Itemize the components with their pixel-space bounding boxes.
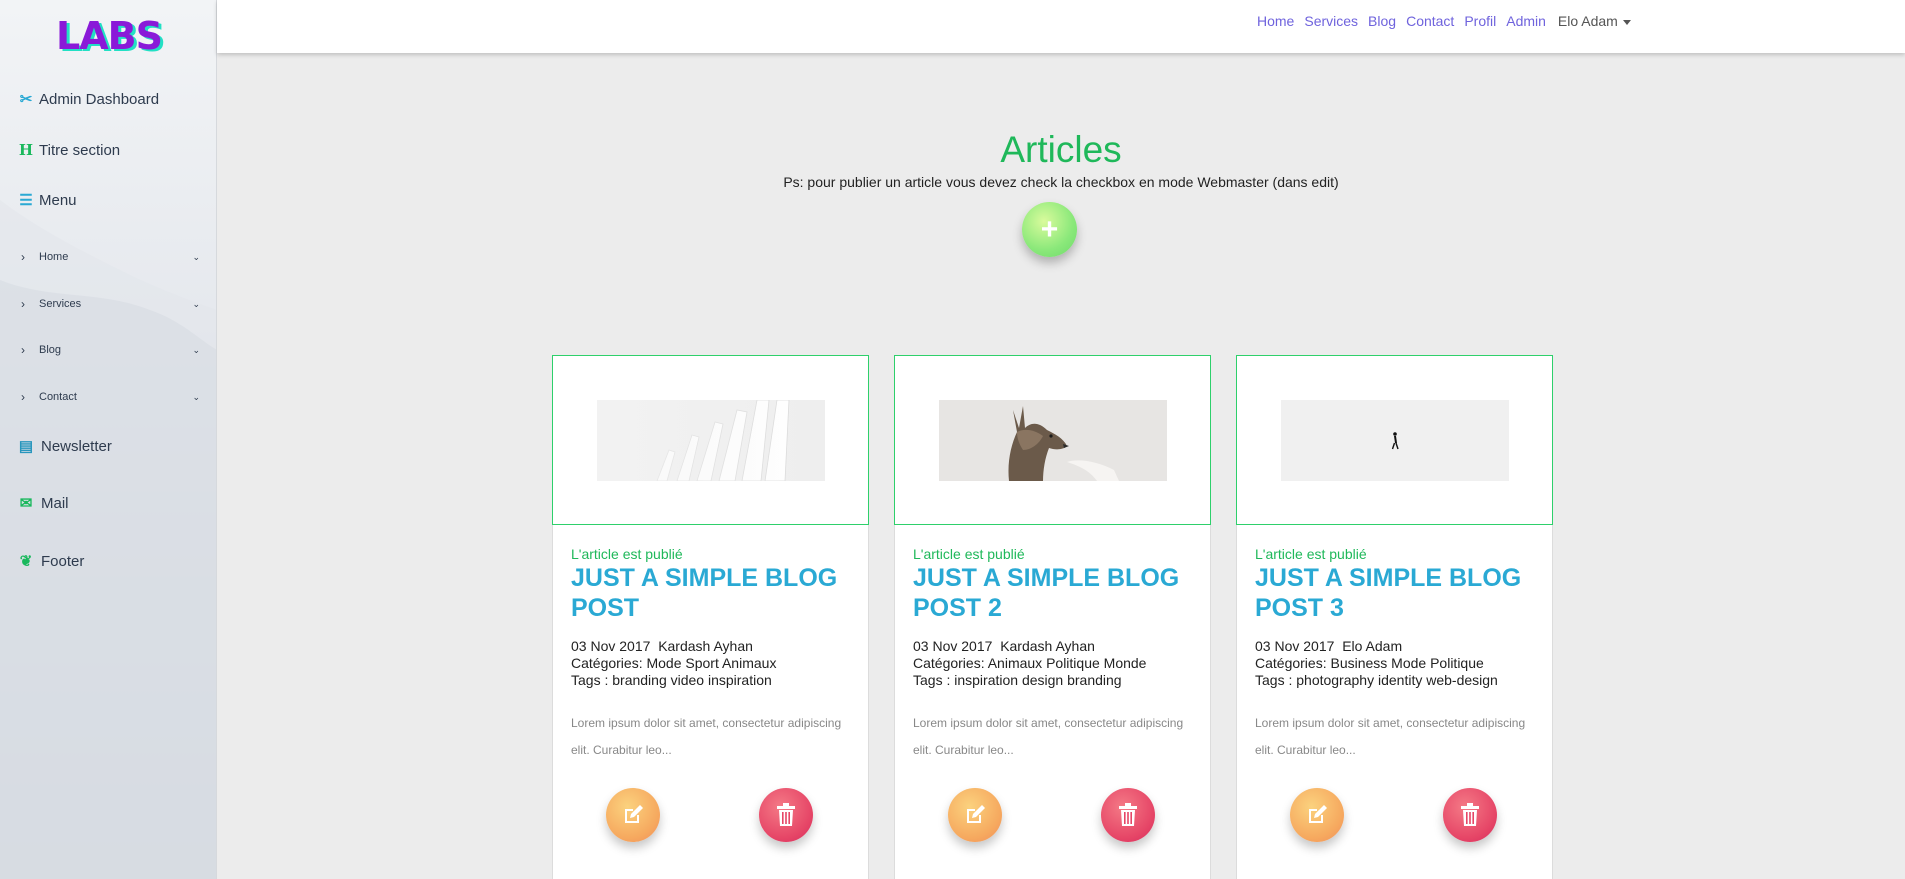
chevron-right-icon: › bbox=[21, 390, 25, 404]
article-status: L'article est publié bbox=[913, 546, 1025, 562]
chevron-down-icon: ⌄ bbox=[192, 391, 200, 402]
sidebar-item-label: Services bbox=[39, 298, 82, 310]
article-card: L'article est publié JUST A SIMPLE BLOG … bbox=[1236, 355, 1553, 879]
article-title[interactable]: JUST A SIMPLE BLOG POST 2 bbox=[913, 563, 1203, 623]
article-title[interactable]: JUST A SIMPLE BLOG POST 3 bbox=[1255, 563, 1545, 623]
trash-icon bbox=[1461, 803, 1479, 826]
nav-link-contact[interactable]: Contact bbox=[1406, 13, 1454, 29]
chevron-down-icon: ⌄ bbox=[192, 251, 200, 262]
article-categories: Catégories: Business Mode Politique bbox=[1255, 655, 1484, 671]
user-dropdown[interactable]: Elo Adam bbox=[1558, 13, 1631, 29]
delete-article-button[interactable] bbox=[759, 788, 813, 842]
mail-bulk-icon: ▤ bbox=[18, 438, 34, 455]
delete-article-button[interactable] bbox=[1101, 788, 1155, 842]
article-excerpt: Lorem ipsum dolor sit amet, consectetur … bbox=[913, 716, 1184, 757]
article-meta: 03 Nov 2017 Kardash Ayhan Catégories: An… bbox=[913, 638, 1146, 689]
article-author: Kardash Ayhan bbox=[658, 638, 753, 654]
sidebar-item-label: Newsletter bbox=[41, 437, 112, 455]
user-name: Elo Adam bbox=[1557, 13, 1618, 29]
article-card: L'article est publié JUST A SIMPLE BLOG … bbox=[552, 355, 869, 879]
article-card: L'article est publié JUST A SIMPLE BLOG … bbox=[894, 355, 1211, 879]
article-image-frame bbox=[894, 355, 1211, 525]
chevron-down-icon: ⌄ bbox=[192, 298, 200, 309]
article-tags: Tags : branding video inspiration bbox=[571, 672, 772, 688]
envelope-icon: ✉ bbox=[19, 495, 33, 512]
sidebar-item-label: Contact bbox=[39, 391, 77, 403]
article-status: L'article est publié bbox=[571, 546, 683, 562]
article-excerpt: Lorem ipsum dolor sit amet, consectetur … bbox=[571, 716, 842, 757]
article-meta: 03 Nov 2017 Elo Adam Catégories: Busines… bbox=[1255, 638, 1498, 689]
article-author: Kardash Ayhan bbox=[1000, 638, 1095, 654]
top-navbar: Home Services Blog Contact Profil Admin … bbox=[217, 0, 1905, 53]
nav-link-admin[interactable]: Admin bbox=[1506, 13, 1546, 29]
sidebar-item-label: Mail bbox=[41, 494, 69, 512]
add-article-button[interactable]: + bbox=[1022, 202, 1077, 257]
heading-icon: H bbox=[18, 141, 34, 159]
article-image-frame bbox=[1236, 355, 1553, 525]
article-date: 03 Nov 2017 bbox=[1255, 638, 1335, 654]
bars-icon: ☰ bbox=[19, 192, 33, 209]
article-excerpt: Lorem ipsum dolor sit amet, consectetur … bbox=[1255, 716, 1526, 757]
nav-link-blog[interactable]: Blog bbox=[1368, 13, 1396, 29]
chevron-right-icon: › bbox=[21, 297, 25, 311]
edit-article-button[interactable] bbox=[948, 788, 1002, 842]
trash-icon bbox=[1119, 803, 1137, 826]
sidebar-item-blog[interactable]: › Blog ⌄ bbox=[15, 343, 200, 357]
article-categories: Catégories: Animaux Politique Monde bbox=[913, 655, 1147, 671]
tools-icon: ✂ bbox=[19, 91, 33, 108]
article-meta: 03 Nov 2017 Kardash Ayhan Catégories: Mo… bbox=[571, 638, 776, 689]
page-subtitle: Ps: pour publier un article vous devez c… bbox=[783, 174, 1339, 190]
sidebar-item-footer[interactable]: ❦ Footer bbox=[17, 552, 85, 571]
chevron-right-icon: › bbox=[21, 343, 25, 357]
sidebar-item-mail[interactable]: ✉ Mail bbox=[17, 494, 69, 513]
sidebar-item-home[interactable]: › Home ⌄ bbox=[15, 250, 200, 264]
sidebar-item-services[interactable]: › Services ⌄ bbox=[15, 297, 200, 311]
sidebar-item-label: Admin Dashboard bbox=[39, 90, 160, 108]
article-image-frame bbox=[552, 355, 869, 525]
article-tags: Tags : inspiration design branding bbox=[913, 672, 1122, 688]
sidebar: LABS ✂ Admin Dashboard H Titre section ☰… bbox=[0, 0, 217, 879]
sidebar-item-label: Footer bbox=[41, 552, 85, 570]
sidebar-item-admin-dashboard[interactable]: ✂ Admin Dashboard bbox=[17, 90, 160, 109]
article-author: Elo Adam bbox=[1342, 638, 1403, 654]
edit-icon bbox=[967, 805, 985, 823]
edit-article-button[interactable] bbox=[606, 788, 660, 842]
sidebar-item-label: Blog bbox=[39, 344, 62, 356]
article-tags: Tags : photography identity web-design bbox=[1255, 672, 1498, 688]
sidebar-item-menu[interactable]: ☰ Menu bbox=[17, 191, 77, 210]
sidebar-item-newsletter[interactable]: ▤ Newsletter bbox=[17, 437, 112, 456]
plus-icon: + bbox=[1040, 212, 1059, 246]
main-nav: Home Services Blog Contact Profil Admin … bbox=[1257, 13, 1631, 29]
nav-link-services[interactable]: Services bbox=[1304, 13, 1358, 29]
nav-link-profil[interactable]: Profil bbox=[1464, 13, 1496, 29]
article-date: 03 Nov 2017 bbox=[571, 638, 651, 654]
edit-icon bbox=[1309, 805, 1327, 823]
article-title[interactable]: JUST A SIMPLE BLOG POST bbox=[571, 563, 861, 623]
sidebar-item-label: Home bbox=[39, 251, 69, 263]
sidebar-item-label: Menu bbox=[39, 191, 77, 209]
sidebar-item-titre-section[interactable]: H Titre section bbox=[17, 141, 120, 159]
article-date: 03 Nov 2017 bbox=[913, 638, 993, 654]
trash-icon bbox=[777, 803, 795, 826]
chevron-right-icon: › bbox=[21, 250, 25, 264]
chevron-down-icon: ⌄ bbox=[192, 344, 200, 355]
nav-link-home[interactable]: Home bbox=[1257, 13, 1294, 29]
page-title: Articles bbox=[1000, 129, 1122, 170]
app-logo[interactable]: LABS bbox=[56, 14, 163, 58]
sidebar-item-label: Titre section bbox=[39, 141, 121, 159]
edit-article-button[interactable] bbox=[1290, 788, 1344, 842]
deer-image bbox=[939, 400, 1167, 481]
edit-icon bbox=[625, 805, 643, 823]
caret-down-icon bbox=[1622, 19, 1631, 25]
article-status: L'article est publié bbox=[1255, 546, 1367, 562]
sidebar-item-contact[interactable]: › Contact ⌄ bbox=[15, 390, 200, 404]
shoe-prints-icon: ❦ bbox=[19, 553, 33, 570]
person-in-snow-image bbox=[1281, 400, 1509, 481]
article-categories: Catégories: Mode Sport Animaux bbox=[571, 655, 777, 671]
white-architecture-image bbox=[597, 400, 825, 481]
delete-article-button[interactable] bbox=[1443, 788, 1497, 842]
